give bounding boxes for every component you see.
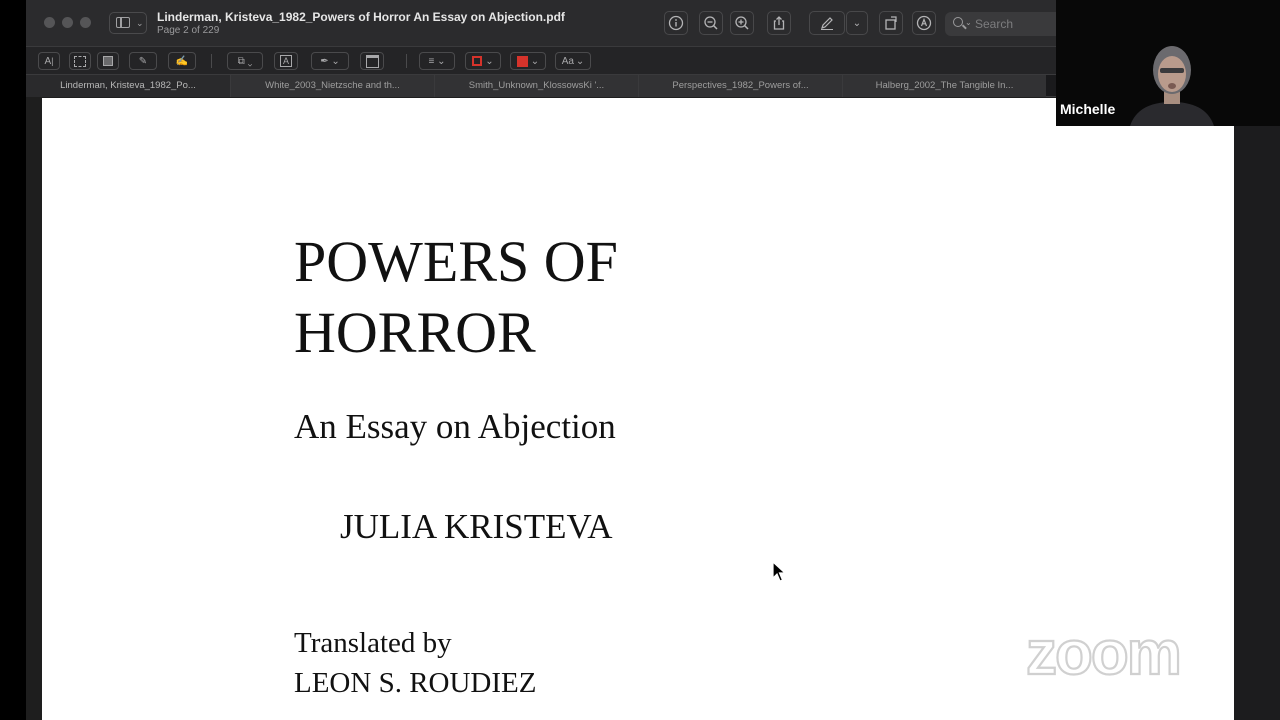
close-window-button[interactable] (44, 17, 55, 28)
sketch-tool[interactable]: ✎ (129, 52, 157, 70)
chevron-down-icon: ⌄ (852, 17, 862, 29)
zoom-window-button[interactable] (80, 17, 91, 28)
search-icon (953, 17, 963, 27)
border-color-tool[interactable]: ⌄ (465, 52, 501, 70)
window-edge (1234, 98, 1280, 720)
text-box-icon: A (279, 55, 292, 67)
book-subtitle: An Essay on Abjection (294, 407, 616, 446)
share-icon (773, 16, 785, 30)
title-bar: ⌄ Linderman, Kristeva_1982_Powers of Hor… (26, 0, 1056, 46)
line-style-tool[interactable]: ≡ ⌄ (419, 52, 455, 70)
zoom-out-icon (704, 16, 718, 30)
zoom-watermark: zoom (1026, 622, 1183, 682)
highlight-button[interactable] (809, 11, 845, 35)
tab-smith[interactable]: Smith_Unknown_KlossowsKi '... (434, 75, 638, 97)
svg-text:zoom: zoom (1026, 622, 1180, 682)
tab-linderman[interactable]: Linderman, Kristeva_1982_Po... (26, 75, 230, 97)
text-selection-tool[interactable]: A | (38, 52, 60, 70)
video-thumbnail[interactable]: Michelle (1056, 0, 1280, 126)
rotate-button[interactable] (879, 11, 903, 35)
minimize-window-button[interactable] (62, 17, 73, 28)
chevron-down-icon: ⌄ (965, 18, 972, 27)
book-title-line-1: POWERS OF (294, 229, 618, 294)
sidebar-icon (116, 17, 130, 28)
tab-halberg[interactable]: Halberg_2002_The Tangible In... (842, 75, 1046, 97)
fill-color-tool[interactable]: ⌄ (510, 52, 546, 70)
text-box-tool[interactable]: A (274, 52, 298, 70)
search-field[interactable]: ⌄ (945, 12, 1056, 36)
signature-icon: ✒ ⌄ (320, 55, 340, 67)
sign-tool[interactable]: ✒ ⌄ (311, 52, 349, 70)
book-author: JULIA KRISTEVA (340, 507, 613, 546)
rotate-icon (885, 16, 897, 30)
draw-icon: ✍ (175, 55, 189, 67)
shapes-tool[interactable]: ⧉ ⌄ (227, 52, 263, 70)
highlight-pen-icon (821, 17, 833, 30)
sketch-icon: ✎ (138, 55, 148, 67)
draw-tool[interactable]: ✍ (168, 52, 196, 70)
tab-white[interactable]: White_2003_Nietzsche and th... (230, 75, 434, 97)
info-button[interactable] (664, 11, 688, 35)
translator-name: LEON S. ROUDIEZ (294, 667, 537, 699)
note-tool[interactable] (360, 52, 384, 70)
markup-icon (916, 15, 932, 31)
markup-button[interactable] (912, 11, 936, 35)
tab-perspectives[interactable]: Perspectives_1982_Powers of... (638, 75, 842, 97)
share-button[interactable] (767, 11, 791, 35)
book-title: POWERS OF HORROR (294, 226, 618, 368)
zoom-in-icon (735, 16, 749, 30)
note-icon (365, 54, 379, 68)
page-indicator: Page 2 of 229 (157, 25, 220, 36)
markup-toolbar: A | ✎ ✍ ⧉ ⌄ A ✒ ⌄ ≡ ⌄ ⌄ ⌄ Aa ⌄ (26, 46, 1056, 74)
dashed-rect-icon (74, 55, 86, 67)
text-style-tool[interactable]: Aa ⌄ (555, 52, 591, 70)
mouse-cursor-icon (772, 561, 786, 582)
tab-bar: Linderman, Kristeva_1982_Po... White_200… (26, 74, 1056, 97)
lasso-icon (103, 56, 113, 66)
shapes-icon: ⧉ ⌄ (237, 55, 253, 67)
participant-video-icon (1130, 46, 1214, 126)
zoom-in-button[interactable] (730, 11, 754, 35)
info-icon (668, 15, 684, 31)
zoom-out-button[interactable] (699, 11, 723, 35)
book-title-line-2: HORROR (294, 300, 536, 365)
sidebar-toggle-button[interactable]: ⌄ (109, 12, 147, 34)
border-color-icon (472, 56, 483, 66)
chevron-down-icon: ⌄ (136, 18, 144, 28)
rect-selection-tool[interactable] (69, 52, 91, 70)
fill-color-icon (516, 55, 528, 67)
search-input[interactable] (975, 15, 1051, 33)
highlight-options-button[interactable]: ⌄ (846, 11, 868, 35)
document-title: Linderman, Kristeva_1982_Powers of Horro… (157, 10, 565, 24)
participant-name: Michelle (1060, 101, 1116, 117)
line-style-icon: ≡ ⌄ (428, 55, 446, 67)
smart-lasso-tool[interactable] (97, 52, 119, 70)
translated-by-label: Translated by (294, 627, 452, 659)
